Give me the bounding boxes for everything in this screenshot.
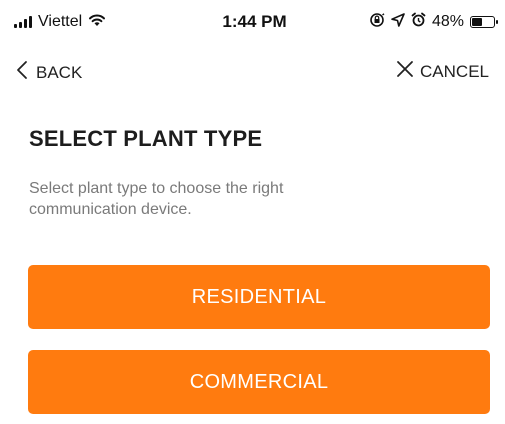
battery-icon (470, 16, 498, 28)
status-time: 1:44 PM (222, 12, 287, 31)
app-screen: Viettel 1:44 PM 48% BACK CANCEL SELECT P… (0, 0, 505, 424)
nav-bar: BACK CANCEL (0, 52, 505, 92)
carrier-name: Viettel (38, 13, 83, 30)
page-title: SELECT PLANT TYPE (29, 126, 263, 151)
wifi-icon (88, 13, 106, 32)
status-left: Viettel (14, 13, 184, 32)
alarm-icon (411, 12, 426, 32)
close-icon (396, 60, 414, 83)
status-right: 48% (325, 12, 498, 33)
back-button[interactable]: BACK (16, 60, 82, 85)
signal-icon (14, 16, 32, 28)
chevron-left-icon (16, 60, 28, 85)
residential-button[interactable]: RESIDENTIAL (28, 265, 490, 329)
commercial-label: COMMERCIAL (189, 370, 329, 393)
page-description: Select plant type to choose the right co… (29, 180, 284, 218)
location-icon (391, 12, 405, 32)
residential-label: RESIDENTIAL (191, 285, 327, 308)
cancel-button[interactable]: CANCEL (396, 60, 489, 83)
cancel-label: CANCEL (420, 61, 489, 81)
back-label: BACK (36, 62, 83, 82)
commercial-button[interactable]: COMMERCIAL (28, 350, 490, 414)
screen-lock-icon (369, 12, 385, 33)
battery-fill (472, 18, 482, 26)
status-bar: Viettel 1:44 PM 48% (0, 0, 505, 44)
battery-percent: 48% (431, 13, 464, 30)
